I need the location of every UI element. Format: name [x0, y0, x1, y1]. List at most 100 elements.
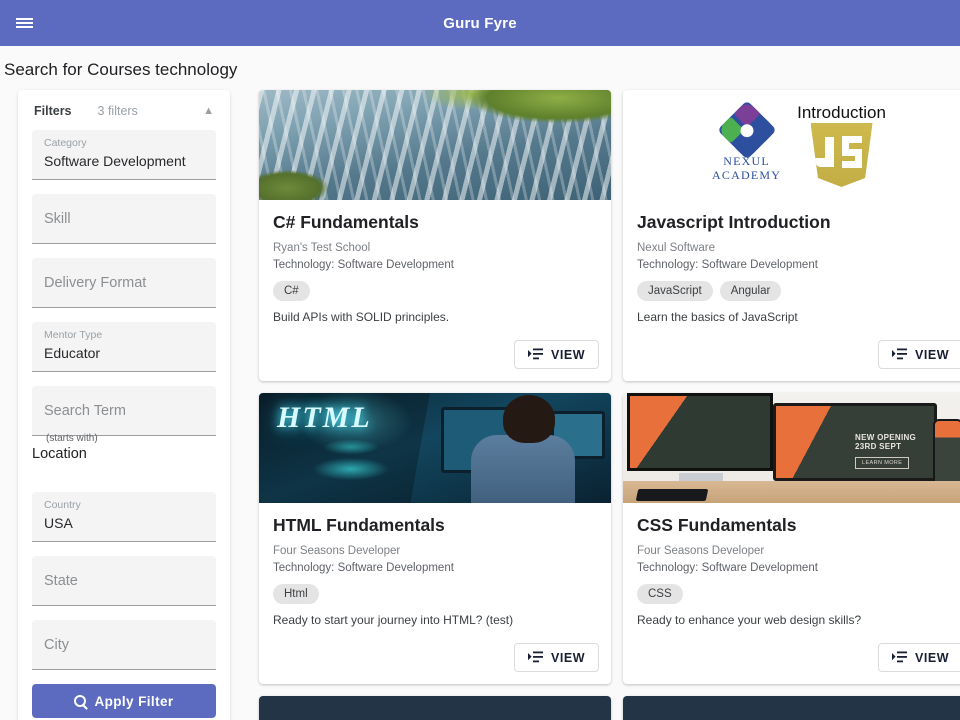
course-title: HTML Fundamentals: [273, 515, 445, 535]
view-button-label: VIEW: [915, 650, 949, 665]
view-button[interactable]: VIEW: [878, 340, 960, 369]
course-description: Ready to enhance your web design skills?: [637, 613, 862, 627]
css-media-cta: LEARN MORE: [855, 457, 910, 469]
course-description: Build APIs with SOLID principles.: [273, 310, 450, 324]
location-section-title: Location: [32, 446, 87, 462]
course-card-body: Javascript Introduction Nexul Software T…: [623, 200, 960, 334]
course-card-actions: VIEW: [623, 334, 960, 381]
filters-header: Filters 3 filters ▲: [32, 100, 216, 130]
course-card[interactable]: NEW OPENING 23RD SEPT LEARN MORE CSS Fun…: [623, 393, 960, 684]
nexul-javascript-logo: NEXUL ACADEMY Introduction: [623, 90, 960, 200]
playlist-add-icon: [528, 348, 544, 360]
css-media-date-text: 23RD SEPT: [855, 442, 902, 451]
html-media-text: HTML: [277, 401, 372, 434]
javascript-logo-block: Introduction: [797, 103, 886, 187]
course-card[interactable]: C# Fundamentals Ryan's Test School Techn…: [259, 90, 611, 381]
view-button[interactable]: VIEW: [514, 643, 599, 672]
hamburger-menu-icon[interactable]: [0, 0, 48, 46]
course-card[interactable]: [623, 696, 960, 720]
course-image-nexul-javascript: NEXUL ACADEMY Introduction: [623, 90, 960, 200]
course-card-actions: VIEW: [259, 334, 611, 381]
course-card[interactable]: [259, 696, 611, 720]
filter-field-skill[interactable]: Skill: [32, 194, 216, 244]
field-label-mentor-type: Mentor Type: [44, 329, 103, 341]
course-technology: Technology: Software Development: [273, 562, 454, 574]
keyboard-shape: [635, 489, 709, 501]
course-image-placeholder: [623, 696, 960, 720]
app-bar: Guru Fyre: [0, 0, 960, 46]
course-description: Learn the basics of JavaScript: [637, 310, 798, 324]
course-card[interactable]: HTML HTML Fundamentals Four Seasons Deve…: [259, 393, 611, 684]
course-card-body: CSS Fundamentals Four Seasons Developer …: [623, 503, 960, 637]
course-chips: C#: [273, 281, 597, 301]
course-card[interactable]: NEXUL ACADEMY Introduction Javascript In…: [623, 90, 960, 381]
chevron-up-icon[interactable]: ▲: [203, 105, 214, 117]
phone-shape: [933, 419, 960, 487]
course-description: Ready to start your journey into HTML? (…: [273, 613, 514, 627]
filters-panel: Filters 3 filters ▲ Category Software De…: [18, 90, 230, 720]
css-media-headline-text: NEW OPENING: [855, 433, 917, 442]
playlist-add-icon: [892, 348, 908, 360]
course-chip[interactable]: Html: [273, 584, 319, 604]
course-image-river: [259, 90, 611, 200]
menu-bar: [15, 17, 33, 20]
filter-field-state[interactable]: State: [32, 556, 216, 606]
menu-bar: [15, 22, 33, 24]
apply-filter-button[interactable]: Apply Filter: [32, 684, 216, 718]
filter-field-mentor-type[interactable]: Mentor Type Educator: [32, 322, 216, 372]
nexul-academy-logo: NEXUL ACADEMY: [712, 99, 782, 182]
search-icon: [74, 695, 87, 707]
filter-field-search-term[interactable]: Search Term: [32, 386, 216, 436]
person-shape: [471, 435, 575, 503]
field-placeholder-search-term: Search Term: [44, 402, 126, 419]
person-head-shape: [503, 395, 555, 443]
nexul-diamond-icon: [716, 99, 777, 160]
course-school: Ryan's Test School: [273, 242, 371, 254]
view-button-label: VIEW: [551, 650, 585, 665]
course-school: Nexul Software: [637, 242, 715, 254]
course-chip[interactable]: C#: [273, 281, 310, 301]
filter-field-delivery-format[interactable]: Delivery Format: [32, 258, 216, 308]
course-results-grid: C# Fundamentals Ryan's Test School Techn…: [259, 90, 960, 720]
nexul-logo-line2: ACADEMY: [712, 167, 782, 182]
filter-field-city[interactable]: City: [32, 620, 216, 670]
introduction-text: Introduction: [797, 103, 886, 122]
course-chip[interactable]: Angular: [719, 281, 782, 301]
page-title: Search for Courses technology: [4, 60, 238, 79]
course-technology: Technology: Software Development: [273, 259, 454, 271]
playlist-add-icon: [892, 651, 908, 663]
course-card-actions: VIEW: [623, 637, 960, 684]
view-button-label: VIEW: [551, 347, 585, 362]
field-label-country: Country: [44, 499, 81, 511]
field-value-country: USA: [44, 515, 73, 531]
course-chip[interactable]: CSS: [637, 584, 683, 604]
course-school: Four Seasons Developer: [637, 545, 765, 557]
field-value-category: Software Development: [44, 153, 186, 169]
course-card-body: HTML Fundamentals Four Seasons Developer…: [259, 503, 611, 637]
field-placeholder-delivery-format: Delivery Format: [44, 274, 147, 291]
menu-bar: [15, 26, 33, 29]
content-area: Filters 3 filters ▲ Category Software De…: [0, 90, 960, 720]
course-chips: JavaScript Angular: [637, 281, 960, 301]
field-placeholder-state: State: [44, 572, 78, 589]
javascript-shield-icon: [810, 123, 873, 187]
course-image-placeholder: [259, 696, 611, 720]
filters-title: Filters: [34, 104, 72, 118]
filter-field-country[interactable]: Country USA: [32, 492, 216, 542]
view-button[interactable]: VIEW: [878, 643, 960, 672]
course-school: Four Seasons Developer: [273, 545, 401, 557]
course-chip[interactable]: JavaScript: [637, 281, 713, 301]
filter-field-category[interactable]: Category Software Development: [32, 130, 216, 180]
course-image-html: HTML: [259, 393, 611, 503]
playlist-add-icon: [528, 651, 544, 663]
course-card-body: C# Fundamentals Ryan's Test School Techn…: [259, 200, 611, 334]
view-button[interactable]: VIEW: [514, 340, 599, 369]
course-chips: Html: [273, 584, 597, 604]
field-label-category: Category: [44, 137, 87, 149]
course-image-css: NEW OPENING 23RD SEPT LEARN MORE: [623, 393, 960, 503]
field-placeholder-skill: Skill: [44, 210, 71, 227]
course-card-actions: VIEW: [259, 637, 611, 684]
course-title: Javascript Introduction: [637, 212, 831, 232]
css-media-headline: NEW OPENING 23RD SEPT: [855, 433, 916, 451]
apply-filter-label: Apply Filter: [94, 693, 174, 709]
